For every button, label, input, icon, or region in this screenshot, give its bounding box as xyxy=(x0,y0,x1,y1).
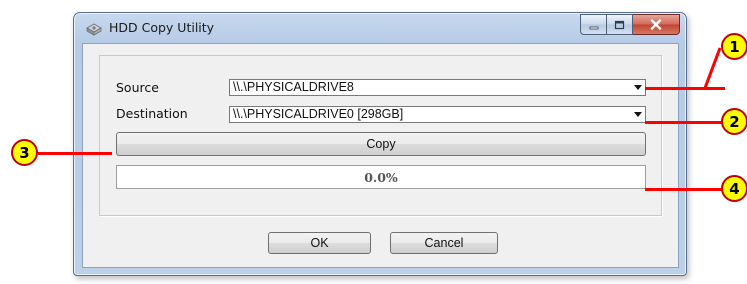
callout-1-leader xyxy=(703,47,722,89)
